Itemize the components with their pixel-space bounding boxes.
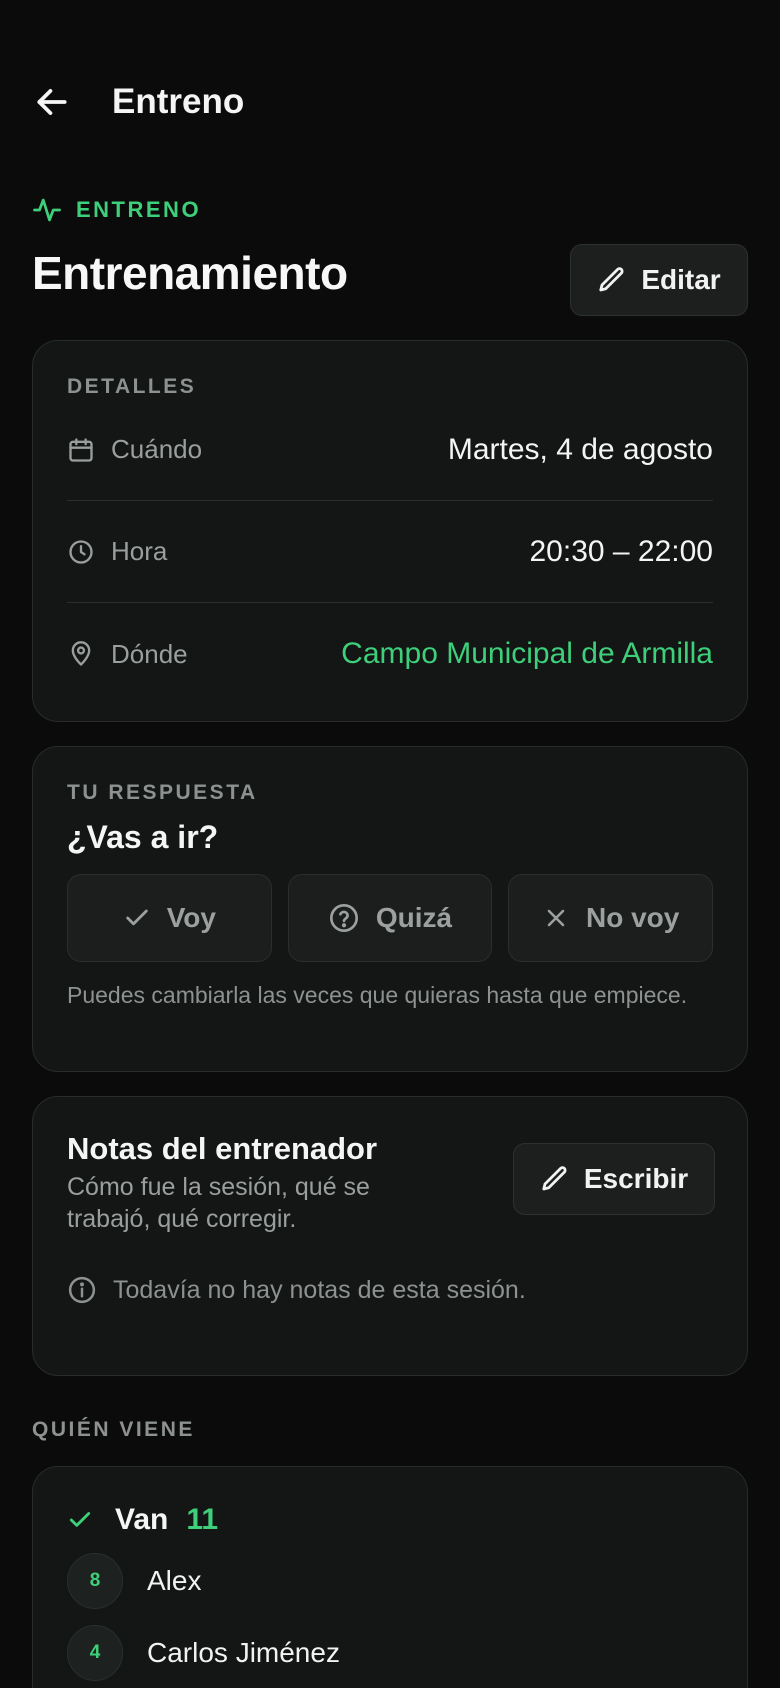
detail-label-when: Cuándo <box>111 434 203 464</box>
detail-label-time: Hora <box>111 536 168 566</box>
detail-row-where: Dónde Campo Municipal de Armilla <box>67 603 713 705</box>
pencil-icon <box>542 1166 567 1191</box>
event-type-kicker: ENTRENO <box>32 195 201 225</box>
write-note-button[interactable]: Escribir <box>513 1143 715 1215</box>
detail-label-where: Dónde <box>111 638 188 669</box>
x-icon <box>547 909 565 927</box>
jersey-number-badge: 4 <box>67 1625 123 1681</box>
empty-notes-text: Todavía no hay notas de esta sesión. <box>113 1275 526 1304</box>
attendance-group-header[interactable]: Van 11 <box>67 1503 713 1537</box>
activity-icon <box>33 198 61 222</box>
attendance-group-count: 11 <box>186 1503 219 1536</box>
rsvp-card: TU RESPUESTA ¿Vas a ir? Voy Quizá No voy <box>32 746 748 1072</box>
rsvp-no-button[interactable]: No voy <box>508 874 714 962</box>
detail-row-time: Hora 20:30 – 22:00 <box>67 501 713 603</box>
page-title: Entrenamiento <box>32 247 348 299</box>
clock-icon <box>69 539 93 564</box>
top-bar: Entreno <box>32 72 748 132</box>
info-icon <box>68 1276 96 1304</box>
event-type-label: ENTRENO <box>76 197 202 222</box>
edit-button-label: Editar <box>641 264 721 295</box>
empty-notes-message: Todavía no hay notas de esta sesión. <box>67 1275 713 1305</box>
rsvp-section-label: TU RESPUESTA <box>67 781 258 804</box>
rsvp-hint: Puedes cambiarla las veces que quieras h… <box>67 982 688 1008</box>
question-circle-icon <box>329 904 358 932</box>
rsvp-maybe-label: Quizá <box>375 902 453 933</box>
coach-notes-subtitle: Cómo fue la sesión, qué se trabajó, qué … <box>67 1173 370 1233</box>
pencil-icon <box>599 267 624 292</box>
coach-notes-card: Notas del entrenador Cómo fue la sesión,… <box>32 1096 748 1376</box>
back-button[interactable] <box>32 82 72 122</box>
attendance-group-title: Van <box>115 1503 169 1536</box>
rsvp-yes-button[interactable]: Voy <box>67 874 272 962</box>
attendance-section-label: QUIÉN VIENE <box>32 1418 195 1441</box>
location-link[interactable]: Campo Municipal de Armilla <box>341 637 713 671</box>
check-icon <box>69 1512 91 1527</box>
attendee-name: Carlos Jiménez <box>147 1637 340 1668</box>
edit-button[interactable]: Editar <box>570 244 748 316</box>
detail-value-when: Martes, 4 de agosto <box>447 432 713 466</box>
arrow-left-icon <box>37 89 67 115</box>
detail-row-when: Cuándo Martes, 4 de agosto <box>67 399 713 501</box>
calendar-icon <box>69 437 93 462</box>
rsvp-maybe-button[interactable]: Quizá <box>287 874 493 962</box>
details-section-label: DETALLES <box>67 375 197 398</box>
attendee-row[interactable]: 8 Alex <box>67 1553 713 1609</box>
attendee-row[interactable]: 4 Carlos Jiménez <box>67 1625 713 1681</box>
event-detail-screen: Entreno ENTRENO Entrenamiento Editar DET… <box>0 0 780 1688</box>
rsvp-options: Voy Quizá No voy <box>67 874 714 962</box>
write-note-label: Escribir <box>583 1163 689 1194</box>
rsvp-question: ¿Vas a ir? <box>67 819 219 855</box>
attendance-card: Van 11 8 Alex 4 Carlos Jiménez <box>32 1466 748 1688</box>
detail-value-time: 20:30 – 22:00 <box>529 534 713 568</box>
topbar-title: Entreno <box>112 82 245 121</box>
rsvp-yes-label: Voy <box>166 902 216 933</box>
check-icon <box>125 909 148 926</box>
jersey-number-badge: 8 <box>67 1553 123 1609</box>
rsvp-no-label: No voy <box>586 902 680 933</box>
details-card: DETALLES Cuándo Martes, 4 de agosto Hora… <box>32 340 748 722</box>
attendee-name: Alex <box>147 1565 202 1596</box>
location-pin-icon <box>71 641 91 666</box>
